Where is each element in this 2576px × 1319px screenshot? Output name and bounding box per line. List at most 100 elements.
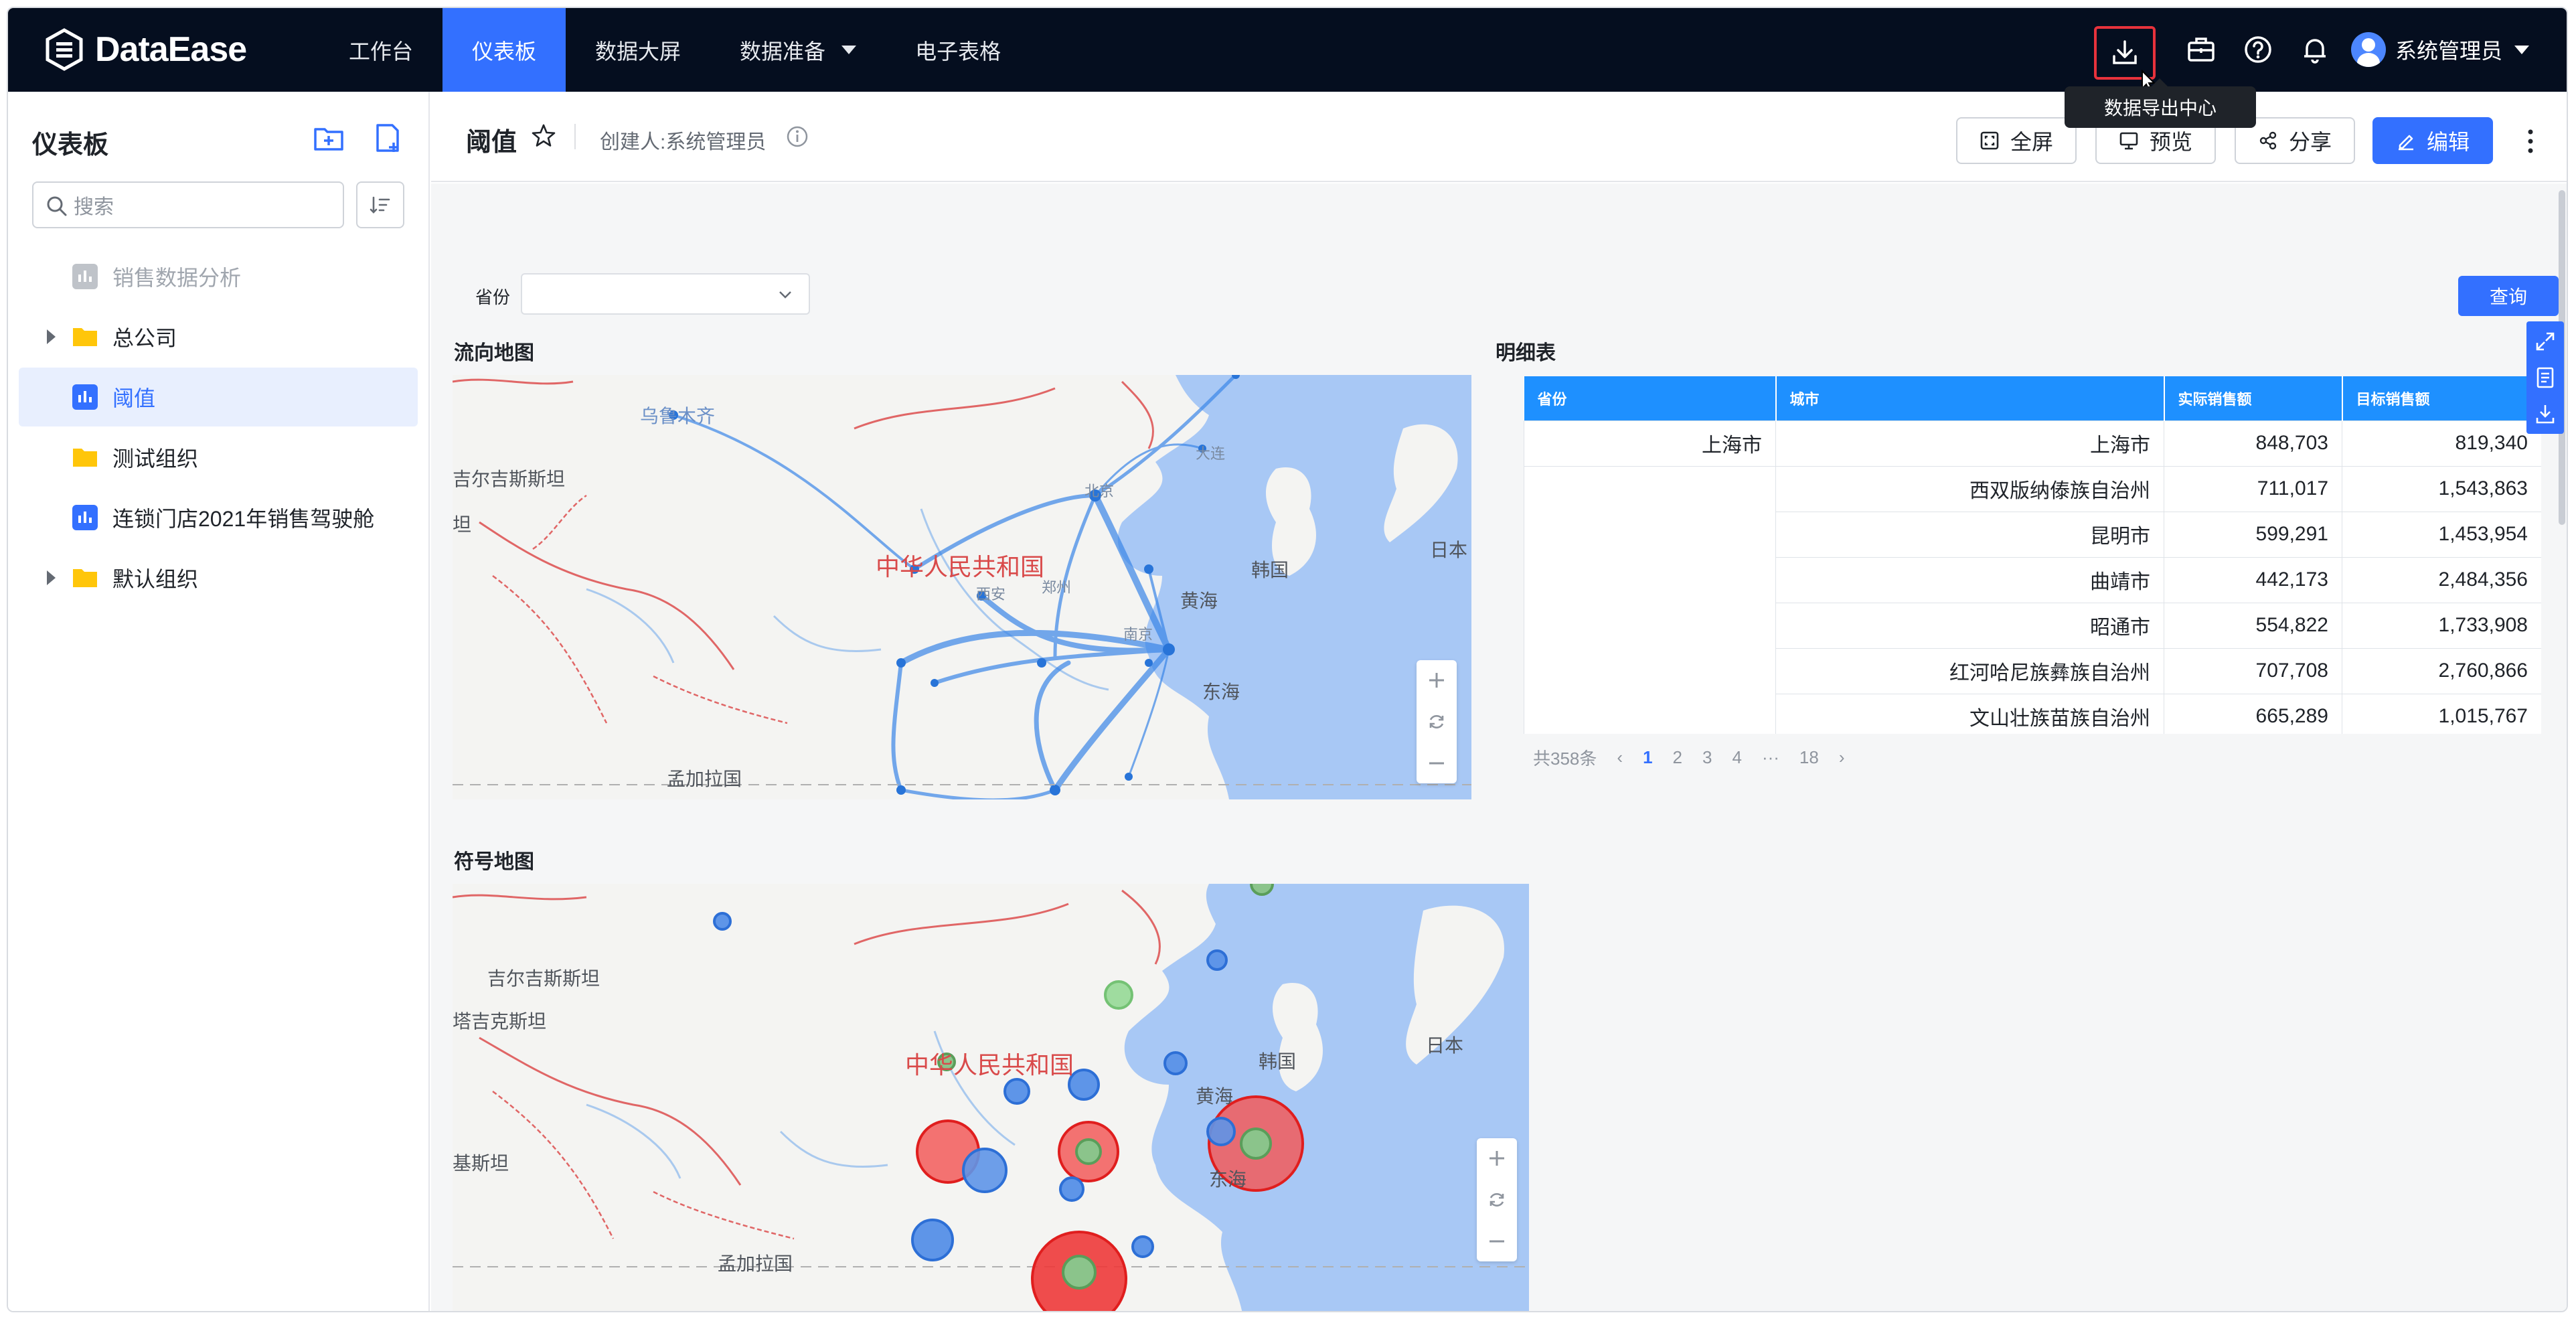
page-3[interactable]: 3 xyxy=(1702,747,1712,768)
prev-page-icon[interactable]: ‹ xyxy=(1617,747,1623,768)
more-vertical-icon[interactable] xyxy=(2522,121,2539,161)
map-label-china: 中华人民共和国 xyxy=(876,553,1045,580)
expand-arrow-icon[interactable] xyxy=(47,329,56,344)
zoom-out-button[interactable] xyxy=(1417,743,1457,783)
map-label-korea: 韩国 xyxy=(1251,560,1289,580)
page-4[interactable]: 4 xyxy=(1732,747,1741,768)
page-1[interactable]: 1 xyxy=(1643,747,1652,768)
column-header-actual-sales[interactable]: 实际销售额 xyxy=(2164,376,2343,420)
panel-tools xyxy=(2526,321,2564,434)
symbol-map-panel: 符号地图 吉尔吉斯斯坦 塔吉克斯坦 基斯坦 中华人民共和国 韩国 日本 黄海 东… xyxy=(431,826,1542,1311)
map-label-japan: 日本 xyxy=(1430,540,1468,560)
map-label-urumqi: 乌鲁木齐 xyxy=(640,406,716,426)
zoom-out-button[interactable] xyxy=(1477,1221,1517,1261)
sidebar-item-chain-store[interactable]: 连锁门店2021年销售驾驶舱 xyxy=(19,488,418,547)
button-label: 查询 xyxy=(2489,287,2527,307)
sidebar-item-default-org[interactable]: 默认组织 xyxy=(19,548,418,607)
sidebar-item-head-office[interactable]: 总公司 xyxy=(19,307,418,366)
flow-map-panel: 流向地图 乌鲁木齐 吉尔吉斯斯坦 坦 中华人民共和国 韩国 日本 黄海 东海 孟… xyxy=(431,317,1475,806)
refresh-icon xyxy=(1490,1193,1504,1207)
nav-tab-label: 数据准备 xyxy=(740,39,826,64)
reset-view-button[interactable] xyxy=(1417,702,1457,742)
dashboard-icon xyxy=(72,264,98,289)
details-icon[interactable] xyxy=(2533,366,2557,390)
sidebar-item-threshold[interactable]: 阈值 xyxy=(19,368,418,426)
symbol-map-canvas xyxy=(453,884,1529,1311)
nav-tab-data-prep[interactable]: 数据准备 xyxy=(710,8,886,92)
cell-city: 文山壮族苗族自治州 xyxy=(1775,693,2164,734)
total-count: 共358条 xyxy=(1533,748,1597,769)
nav-tab-label: 仪表板 xyxy=(472,39,537,64)
panel-title: 流向地图 xyxy=(454,342,534,364)
province-select[interactable] xyxy=(521,273,810,315)
sidebar-item-label: 销售数据分析 xyxy=(112,266,242,290)
expand-icon[interactable] xyxy=(2533,329,2557,354)
favorite-star-icon[interactable] xyxy=(530,123,557,149)
dashboard-canvas: 省份 查询 流向地图 乌鲁木齐 吉尔吉斯斯坦 坦 中华人民共和国 韩国 日本 黄… xyxy=(431,183,2567,1311)
sidebar-item-label: 默认组织 xyxy=(112,567,199,591)
folder-icon xyxy=(73,328,97,346)
nav-tab-spreadsheet[interactable]: 电子表格 xyxy=(886,8,1030,92)
help-button[interactable] xyxy=(2237,29,2279,70)
sidebar-item-test-org[interactable]: 测试组织 xyxy=(19,428,418,487)
info-icon[interactable] xyxy=(786,125,809,148)
nav-tab-dashboard[interactable]: 仪表板 xyxy=(442,8,566,92)
table-pagination: 共358条 ‹ 1 2 3 4 ··· 18 › xyxy=(1533,741,1865,774)
expand-arrow-icon[interactable] xyxy=(47,570,56,585)
caret-down-icon xyxy=(2514,45,2530,54)
cell-province: 上海市 xyxy=(1524,420,1776,467)
plus-icon xyxy=(1429,673,1444,688)
user-menu[interactable]: 系统管理员 xyxy=(2351,28,2530,71)
column-header-target-sales[interactable]: 目标销售额 xyxy=(2342,376,2541,420)
toolbox-button[interactable] xyxy=(2180,29,2222,70)
edit-button[interactable]: 编辑 xyxy=(2372,117,2493,164)
cell-actual-sales: 848,703 xyxy=(2164,420,2342,467)
map-label-dalian: 大连 xyxy=(1196,445,1226,462)
map-label-xian: 西安 xyxy=(976,586,1006,603)
cell-target-sales: 2,760,866 xyxy=(2342,647,2541,694)
tooltip-text: 数据导出中心 xyxy=(2103,98,2217,119)
user-name: 系统管理员 xyxy=(2395,39,2503,63)
sidebar: 仪表板 搜索 销售数据分析 总公司 阈值 测试组织 连锁门店2021年销售驾驶舱… xyxy=(8,92,430,1311)
nav-tab-data-screen[interactable]: 数据大屏 xyxy=(566,8,710,92)
edit-pencil-icon xyxy=(2398,135,2413,151)
page-18[interactable]: 18 xyxy=(1799,747,1819,768)
bell-icon xyxy=(2304,39,2326,64)
page-2[interactable]: 2 xyxy=(1673,747,1682,768)
nav-tab-workbench[interactable]: 工作台 xyxy=(319,8,442,92)
zoom-in-button[interactable] xyxy=(1477,1138,1517,1178)
map-label-pakistan: 基斯坦 xyxy=(453,1153,509,1174)
next-page-icon[interactable]: › xyxy=(1839,747,1845,768)
fullscreen-icon xyxy=(1980,131,1999,150)
column-header-province[interactable]: 省份 xyxy=(1524,376,1777,420)
cell-target-sales: 1,733,908 xyxy=(2342,602,2541,649)
sort-button[interactable] xyxy=(356,181,404,228)
map-label-tan: 坦 xyxy=(453,514,472,535)
export-icon[interactable] xyxy=(2533,402,2557,426)
map-label-tajik: 塔吉克斯坦 xyxy=(453,1011,547,1032)
flow-map[interactable]: 乌鲁木齐 吉尔吉斯斯坦 坦 中华人民共和国 韩国 日本 黄海 东海 孟加拉国 西… xyxy=(453,375,1471,799)
cell-city: 昆明市 xyxy=(1775,511,2164,558)
new-folder-icon[interactable] xyxy=(312,121,345,155)
symbol-map[interactable]: 吉尔吉斯斯坦 塔吉克斯坦 基斯坦 中华人民共和国 韩国 日本 黄海 东海 孟加拉… xyxy=(453,884,1529,1311)
query-button[interactable]: 查询 xyxy=(2458,276,2559,316)
top-navigation: DataEase 工作台 仪表板 数据大屏 数据准备 电子表格 系统管理员 xyxy=(8,8,2567,92)
new-dashboard-icon[interactable] xyxy=(371,121,404,155)
app-logo[interactable]: DataEase xyxy=(43,23,247,76)
map-label-beijing: 北京 xyxy=(1084,483,1115,499)
reset-view-button[interactable] xyxy=(1477,1180,1517,1220)
page-ellipsis[interactable]: ··· xyxy=(1762,747,1779,768)
sidebar-item-sales-analysis[interactable]: 销售数据分析 xyxy=(19,247,418,306)
map-label-korea: 韩国 xyxy=(1259,1051,1297,1072)
zoom-in-button[interactable] xyxy=(1417,660,1457,700)
column-header-city[interactable]: 城市 xyxy=(1775,376,2165,420)
sidebar-search-input[interactable]: 搜索 xyxy=(32,181,344,228)
export-center-tooltip: 数据导出中心 xyxy=(2065,78,2256,128)
map-label-bangladesh: 孟加拉国 xyxy=(667,769,742,789)
notification-button[interactable] xyxy=(2294,29,2336,70)
map-label-bangladesh: 孟加拉国 xyxy=(718,1253,793,1274)
fullscreen-button[interactable]: 全屏 xyxy=(1956,117,2077,164)
toolbox-icon xyxy=(2188,37,2215,62)
map-label-kyrgyz: 吉尔吉斯斯坦 xyxy=(487,968,600,989)
sidebar-item-label: 阈值 xyxy=(112,386,156,410)
